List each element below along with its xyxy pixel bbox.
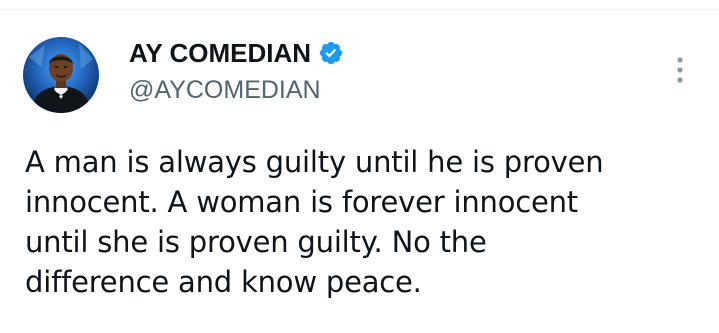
more-vertical-icon	[677, 57, 683, 83]
author-handle[interactable]: @AYCOMEDIAN	[129, 75, 321, 105]
top-divider	[0, 0, 719, 10]
author-name-row[interactable]: AY COMEDIAN	[129, 37, 344, 69]
tweet-card[interactable]: AY COMEDIAN @AYCOMEDIAN A man is always …	[0, 10, 719, 333]
verified-badge-icon	[318, 40, 344, 66]
tweet-text: A man is always guilty until he is prove…	[25, 145, 604, 299]
avatar-image	[23, 37, 99, 113]
more-options-button[interactable]	[664, 50, 696, 90]
avatar[interactable]	[23, 37, 99, 113]
author-display-name[interactable]: AY COMEDIAN	[129, 37, 311, 69]
